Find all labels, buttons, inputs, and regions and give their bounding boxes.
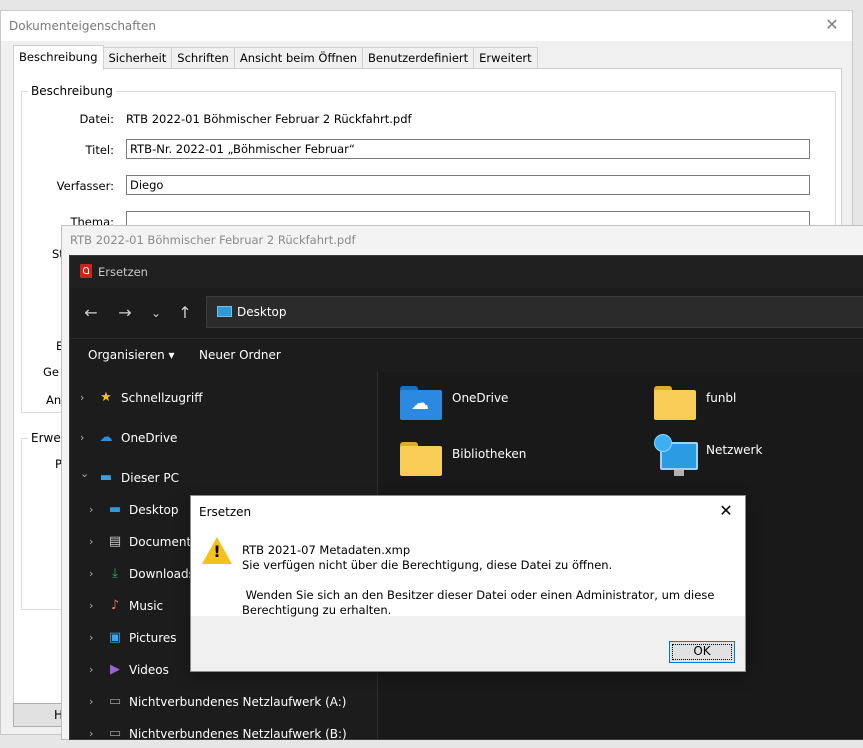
nav-item-network-drive-b[interactable]: › ▭ Nichtverbundenes Netzlaufwerk (B:) [70, 720, 377, 748]
chevron-right-icon[interactable]: › [80, 391, 84, 404]
chevron-right-icon[interactable]: › [89, 503, 93, 516]
title-field[interactable]: RTB-Nr. 2022-01 „Böhmischer Februar“ [126, 139, 810, 159]
nav-item-label: Dieser PC [121, 471, 179, 485]
nav-item-label: Desktop [129, 503, 179, 517]
ok-button[interactable]: OK [669, 641, 735, 663]
chevron-right-icon[interactable]: › [89, 663, 93, 676]
docprops-close-button[interactable]: ✕ [822, 15, 842, 35]
chevron-right-icon[interactable]: › [89, 599, 93, 612]
up-arrow-icon[interactable]: ↑ [172, 301, 198, 325]
message-line-1: Sie verfügen nicht über die Berechtigung… [242, 558, 613, 572]
file-label: Datei: [79, 112, 114, 126]
warning-exclamation: ! [213, 542, 221, 561]
organize-button[interactable]: Organisieren ▾ [88, 348, 175, 362]
nav-item-label: Nichtverbundenes Netzlaufwerk (A:) [129, 695, 347, 709]
network-drive-icon: ▭ [108, 694, 122, 709]
help-button-partial[interactable]: H [13, 703, 63, 727]
computer-icon: ▬ [99, 470, 113, 485]
file-dialog-titlebar: Ersetzen [70, 256, 863, 288]
nav-item-onedrive[interactable]: › ☁ OneDrive [70, 424, 377, 452]
tile-bibliotheken[interactable]: Bibliotheken [400, 438, 640, 484]
nav-item-network-drive-a[interactable]: › ▭ Nichtverbundenes Netzlaufwerk (A:) [70, 688, 377, 716]
close-button[interactable]: ✕ [715, 500, 737, 522]
back-arrow-icon[interactable]: ← [78, 301, 104, 325]
docprops-title: Dokumenteigenschaften [9, 19, 156, 33]
chevron-down-icon: ▾ [168, 348, 175, 362]
modified-label-partial: Ge [43, 365, 59, 379]
acrobat-pdf-icon [80, 264, 92, 278]
tile-funbl[interactable]: funbl [654, 382, 854, 428]
onedrive-folder-icon: ☁ [400, 386, 442, 420]
tab-beschreibung[interactable]: Beschreibung [13, 45, 104, 70]
libraries-folder-icon [400, 442, 442, 476]
tile-onedrive[interactable]: ☁ OneDrive [400, 382, 640, 428]
file-value: RTB 2022-01 Böhmischer Februar 2 Rückfah… [126, 112, 412, 126]
nav-item-schnellzugriff[interactable]: › ★ Schnellzugriff [70, 384, 377, 412]
download-icon: ⤓ [112, 566, 118, 581]
chevron-right-icon[interactable]: › [89, 695, 93, 708]
tab-erweitert[interactable]: Erweitert [473, 47, 538, 68]
file-dialog-navigation-bar: ← → ⌄ ↑ Desktop [70, 288, 863, 338]
message-area: Ersetzen ✕ ! RTB 2021-07 Metadaten.xmp S… [191, 496, 745, 617]
permission-error-dialog: Ersetzen ✕ ! RTB 2021-07 Metadaten.xmp S… [190, 495, 746, 672]
nav-item-label: Documents [129, 535, 198, 549]
chevron-down-icon[interactable]: ⌄ [80, 467, 89, 480]
nav-item-label: Schnellzugriff [121, 391, 203, 405]
nav-item-label: Videos [129, 663, 169, 677]
nav-item-label: OneDrive [121, 431, 178, 445]
nav-item-label: Music [129, 599, 164, 613]
acrobat-window-title: RTB 2022-01 Böhmischer Februar 2 Rückfah… [70, 233, 356, 247]
file-dialog-title: Ersetzen [98, 265, 148, 279]
message-dialog-title: Ersetzen [199, 505, 252, 519]
author-label: Verfasser: [56, 179, 114, 193]
author-field[interactable]: Diego [126, 175, 810, 195]
tile-label: Bibliotheken [452, 447, 527, 461]
title-label: Titel: [85, 143, 114, 157]
network-icon [654, 434, 700, 480]
nav-item-label: Pictures [129, 631, 177, 645]
folder-icon [654, 386, 696, 420]
tab-sicherheit[interactable]: Sicherheit [102, 47, 173, 68]
tile-netzwerk[interactable]: Netzwerk [654, 434, 854, 480]
pictures-icon: ▣ [108, 630, 122, 645]
message-line-2: Wenden Sie sich an den Besitzer dieser D… [242, 588, 715, 602]
desktop-icon: ▬ [108, 502, 122, 517]
tab-benutzerdefiniert[interactable]: Benutzerdefiniert [362, 47, 475, 68]
chevron-right-icon[interactable]: › [89, 727, 93, 740]
address-location: Desktop [237, 305, 287, 319]
network-drive-icon: ▭ [108, 726, 122, 741]
star-icon: ★ [100, 390, 112, 405]
new-folder-button[interactable]: Neuer Ordner [199, 348, 281, 362]
docprops-tabs: Beschreibung Sicherheit Schriften Ansich… [13, 45, 538, 70]
docprops-titlebar: Dokumenteigenschaften ✕ [1, 11, 852, 41]
nav-item-label: Nichtverbundenes Netzlaufwerk (B:) [129, 727, 347, 741]
document-icon: ▤ [108, 534, 122, 549]
music-icon: ♪ [110, 598, 120, 613]
tile-label: OneDrive [452, 391, 509, 405]
organize-label: Organisieren [88, 348, 165, 362]
description-group-label: Beschreibung [28, 84, 116, 98]
desktop-icon [217, 306, 232, 317]
chevron-right-icon[interactable]: › [89, 535, 93, 548]
chevron-right-icon[interactable]: › [89, 631, 93, 644]
nav-item-label: Downloads [129, 567, 195, 581]
file-dialog-command-bar: Organisieren ▾ Neuer Ordner [70, 338, 863, 374]
tile-label: funbl [706, 391, 737, 405]
cloud-icon: ☁ [99, 430, 113, 445]
message-filename: RTB 2021-07 Metadaten.xmp [242, 543, 411, 557]
application-label-partial: An [46, 393, 62, 407]
tab-ansicht-beim-oeffnen[interactable]: Ansicht beim Öffnen [233, 47, 364, 68]
tab-schriften[interactable]: Schriften [171, 47, 235, 68]
recent-locations-chevron-icon[interactable]: ⌄ [143, 301, 169, 325]
message-line-3: Berechtigung zu erhalten. [242, 603, 392, 617]
nav-item-dieser-pc[interactable]: ⌄ ▬ Dieser PC [70, 464, 377, 492]
chevron-right-icon[interactable]: › [80, 431, 84, 444]
address-bar[interactable]: Desktop [206, 296, 863, 328]
chevron-right-icon[interactable]: › [89, 567, 93, 580]
forward-arrow-icon[interactable]: → [112, 301, 138, 325]
tile-label: Netzwerk [706, 443, 763, 457]
video-icon: ▶ [110, 662, 120, 677]
